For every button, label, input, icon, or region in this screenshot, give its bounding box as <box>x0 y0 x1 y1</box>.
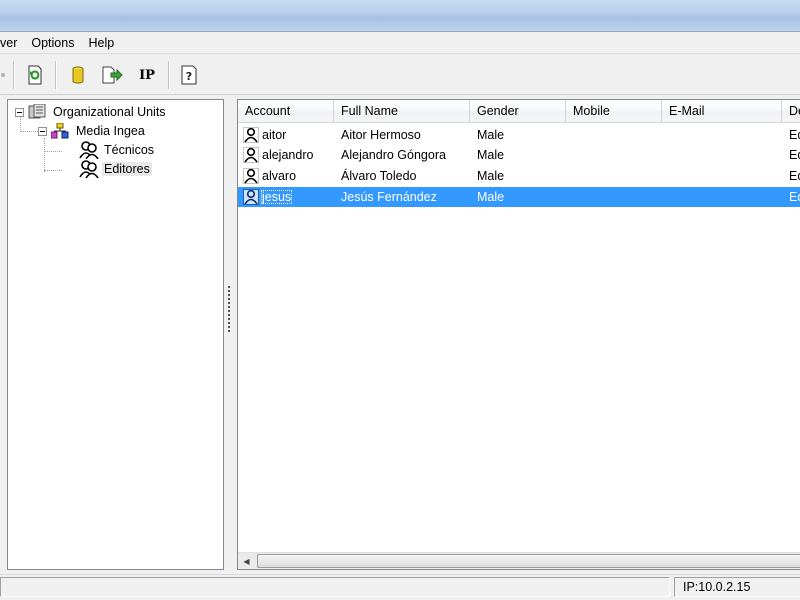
server-icon <box>28 104 46 119</box>
cell-department: Ed <box>789 190 800 204</box>
tree-label-tecnicos: Técnicos <box>104 143 155 157</box>
ip-icon: IP <box>139 67 155 83</box>
column-header-email[interactable]: E-Mail <box>662 100 782 123</box>
cell-full-name: Jesús Fernández <box>341 190 437 204</box>
svg-text:?: ? <box>186 70 192 83</box>
table-row[interactable]: aitor Aitor Hermoso Male Ed <box>238 125 800 145</box>
menu-options[interactable]: Options <box>24 32 81 54</box>
tree-node-tecnicos[interactable]: Técnicos <box>79 141 156 159</box>
status-ip: IP:10.0.2.15 <box>674 577 800 597</box>
horizontal-scrollbar[interactable]: ◀ <box>238 552 800 569</box>
column-header-mobile[interactable]: Mobile <box>566 100 662 123</box>
refresh-icon <box>28 65 42 85</box>
cell-gender: Male <box>477 169 505 183</box>
cell-account: jesus <box>261 190 293 204</box>
toolbar-separator <box>168 61 170 89</box>
cell-account: alejandro <box>262 148 314 162</box>
cell-gender: Male <box>477 148 505 162</box>
cell-full-name: Álvaro Toledo <box>341 169 417 183</box>
tree-node-org[interactable]: Media Ingea <box>38 122 147 140</box>
menu-help[interactable]: Help <box>81 32 121 54</box>
menu-bar: ver Options Help <box>0 32 800 54</box>
help-button[interactable]: ? <box>176 63 202 87</box>
toolbar-separator <box>13 61 15 89</box>
group-icon <box>79 141 99 159</box>
tree-label-editores: Editores <box>102 162 152 176</box>
database-button[interactable] <box>65 63 91 87</box>
tree-node-editores[interactable]: Editores <box>79 160 152 178</box>
user-icon <box>243 168 259 184</box>
column-header-gender[interactable]: Gender <box>470 100 566 123</box>
database-icon <box>72 66 84 84</box>
splitter-handle[interactable] <box>228 286 231 332</box>
collapse-toggle[interactable] <box>15 107 24 117</box>
scroll-left-icon[interactable]: ◀ <box>238 553 255 569</box>
collapse-toggle[interactable] <box>38 126 47 136</box>
cell-full-name: Alejandro Góngora <box>341 148 446 162</box>
cell-account: alvaro <box>262 169 297 183</box>
tree-label-root: Organizational Units <box>53 105 166 119</box>
user-list[interactable]: Account Full Name Gender Mobile E-Mail D… <box>237 99 800 570</box>
tree-label-org: Media Ingea <box>76 124 145 138</box>
cell-gender: Male <box>477 190 505 204</box>
cell-account: aitor <box>262 128 287 142</box>
ip-button[interactable]: IP <box>134 63 160 87</box>
scrollbar-thumb[interactable] <box>257 554 800 568</box>
export-icon <box>102 66 123 84</box>
status-panel-main <box>0 577 670 597</box>
cell-department: Ed <box>789 128 800 142</box>
help-icon: ? <box>181 65 197 85</box>
table-row[interactable]: alejandro Alejandro Góngora Male Ed <box>238 145 800 165</box>
user-icon <box>243 127 259 143</box>
refresh-button[interactable] <box>22 63 48 87</box>
menu-server[interactable]: ver <box>0 32 24 54</box>
org-unit-icon <box>51 123 69 139</box>
org-tree[interactable]: Organizational Units Media Ingea Técnico… <box>7 99 224 570</box>
export-button[interactable] <box>99 63 125 87</box>
table-row-selected[interactable]: jesus Jesús Fernández Male Ed <box>238 187 800 207</box>
user-icon <box>243 189 259 205</box>
group-icon <box>79 160 99 178</box>
user-icon <box>243 147 259 163</box>
column-header-full-name[interactable]: Full Name <box>334 100 470 123</box>
list-header: Account Full Name Gender Mobile E-Mail D… <box>238 100 800 123</box>
window-title-bar[interactable] <box>0 0 800 32</box>
cell-gender: Male <box>477 128 505 142</box>
cell-department: Ed <box>789 148 800 162</box>
tree-node-root[interactable]: Organizational Units <box>15 103 168 121</box>
column-header-department[interactable]: De <box>782 100 800 123</box>
cell-department: Ed <box>789 169 800 183</box>
cell-full-name: Aitor Hermoso <box>341 128 421 142</box>
column-header-account[interactable]: Account <box>238 100 334 123</box>
status-bar: IP:10.0.2.15 <box>0 574 800 600</box>
table-row[interactable]: alvaro Álvaro Toledo Male Ed <box>238 166 800 186</box>
toolbar-separator <box>55 61 57 89</box>
toolbar: IP ? <box>0 55 800 95</box>
